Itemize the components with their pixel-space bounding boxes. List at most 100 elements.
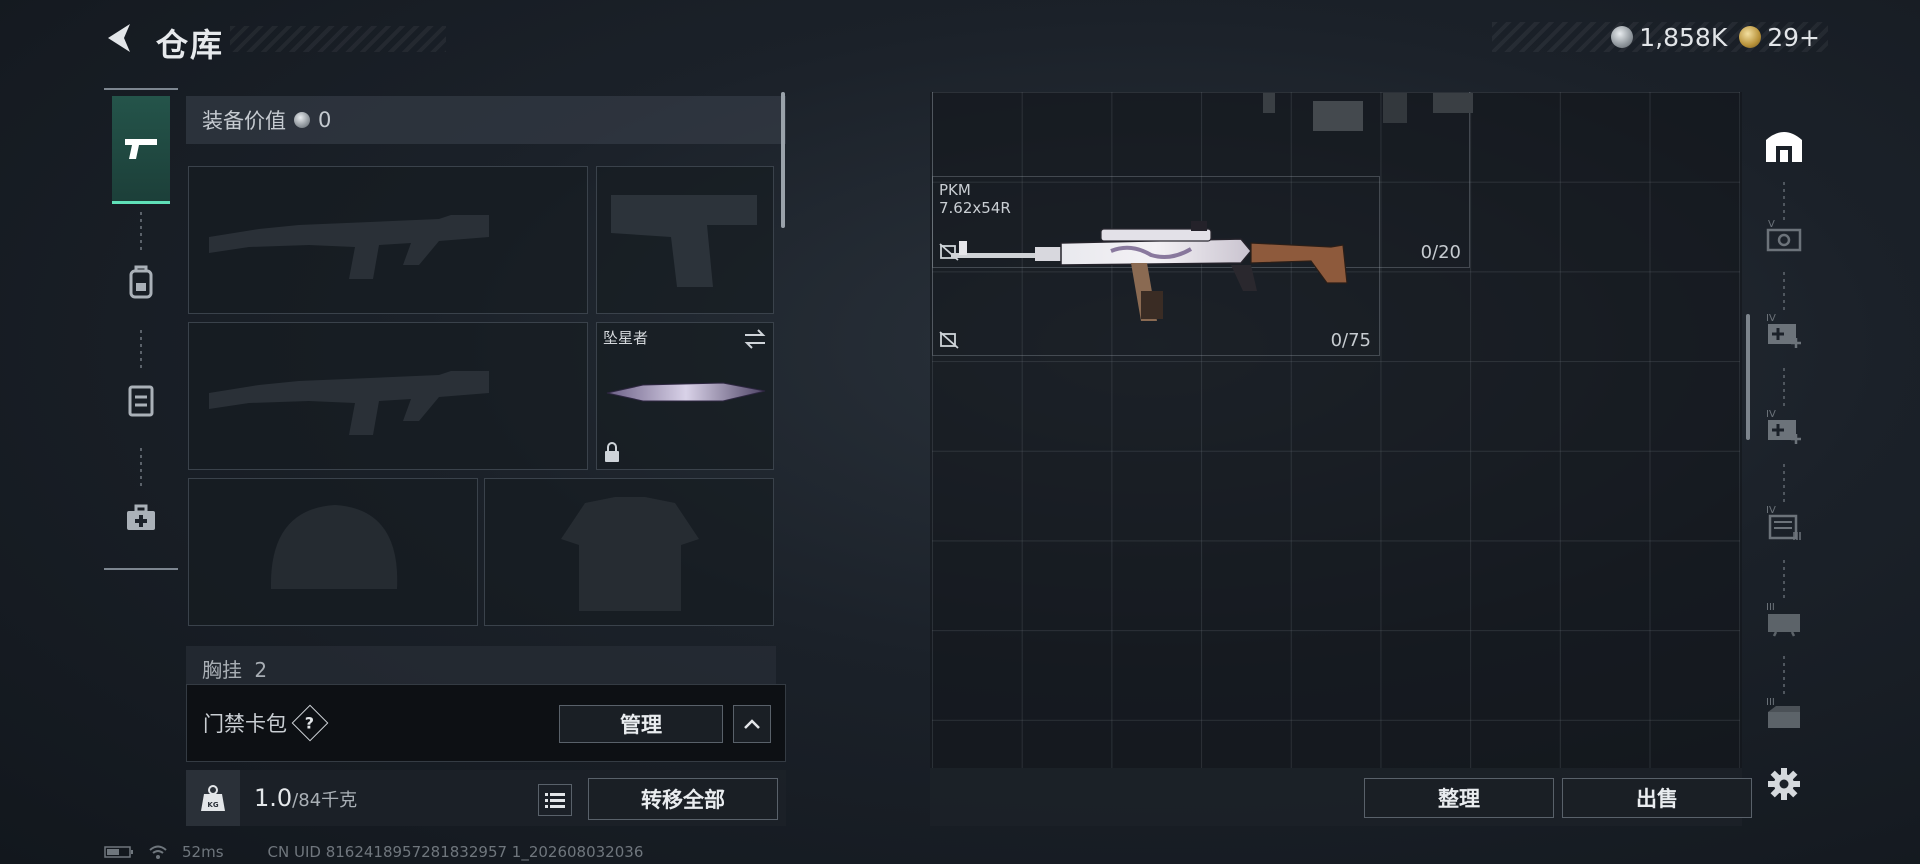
medical-case-icon: IV (1766, 409, 1801, 444)
rifle-silhouette-icon (209, 215, 489, 279)
gold-currency[interactable]: 29+ (1739, 23, 1820, 52)
medkit-icon (127, 504, 155, 530)
helmet-silhouette-icon (270, 505, 398, 589)
stash-home-icon (1766, 132, 1802, 162)
rail-divider (140, 448, 142, 488)
back-arrow-icon (108, 24, 130, 52)
category-backpack[interactable] (112, 254, 170, 310)
chest-rig-icon (128, 385, 154, 417)
container-rail: V IV IV IV III III (1752, 92, 1816, 732)
weight-icon-box: KG (186, 770, 240, 826)
equipment-value-bar: 装备价值 0 (186, 96, 786, 144)
chest-rig-label: 胸挂 (202, 658, 242, 682)
chest-rig-section-header: 胸挂 2 (186, 646, 776, 686)
back-button[interactable] (100, 18, 140, 58)
container-tier-label: IV (1766, 409, 1776, 420)
stash-footer: 整理 出售 (930, 768, 1752, 826)
container-tier-label: III (1766, 602, 1775, 613)
container-tier-label: IV (1766, 505, 1776, 516)
category-medkit[interactable] (112, 490, 170, 546)
list-icon (545, 793, 565, 808)
container-tier-v-weapon[interactable]: V (1760, 212, 1808, 260)
secondary-weapon-slot[interactable] (188, 322, 588, 470)
item-caliber: 7.62x54R (939, 199, 1011, 217)
silver-currency[interactable]: 1,858K (1611, 23, 1727, 52)
stash-scrollbar[interactable] (1746, 314, 1750, 440)
gold-coin-icon (1739, 26, 1762, 48)
helmet-slot[interactable] (188, 478, 478, 626)
weight-icon-text: KG (207, 801, 218, 809)
settings-button[interactable] (1760, 760, 1808, 808)
medical-case-icon: IV (1766, 313, 1801, 348)
weapon-part-image (1263, 93, 1473, 131)
manage-button[interactable]: 管理 (559, 705, 723, 743)
title-decoration (230, 26, 446, 52)
weapon-case-icon: V (1766, 219, 1802, 252)
item-count: 0/20 (1420, 242, 1461, 263)
keycard-label: 门禁卡包 (203, 712, 287, 736)
melee-slot[interactable]: 坠星者 (596, 322, 774, 470)
lock-icon (605, 442, 619, 462)
item-name: PKM (939, 181, 971, 199)
list-view-button[interactable] (538, 784, 572, 816)
sell-button[interactable]: 出售 (1562, 778, 1752, 818)
weight-readout: 1.0/84千克 (254, 784, 357, 812)
ammo-case-icon: III (1766, 697, 1800, 728)
equipment-value: 0 (318, 108, 332, 132)
primary-weapon-slot[interactable] (188, 166, 588, 314)
item-count: 0/75 (1330, 330, 1371, 351)
chest-rig-count: 2 (254, 658, 268, 682)
stash-panel: 0/20 PKM 7.62x54R 0/75 (930, 92, 1742, 768)
container-tier-iv-medical-2[interactable]: IV (1760, 402, 1808, 450)
user-uid: CN UID 8162418957281832957 1_20260803203… (267, 843, 644, 861)
container-tier-iv-documents[interactable]: IV (1760, 498, 1808, 546)
container-tier-label: V (1768, 219, 1775, 230)
pistol-silhouette-icon (611, 195, 757, 287)
equipment-scrollbar[interactable] (781, 92, 785, 228)
stash-item-pkm[interactable]: PKM 7.62x54R 0/75 (932, 176, 1380, 356)
category-weapons[interactable] (112, 96, 170, 204)
melee-knife-image (606, 382, 766, 402)
equipment-value-label: 装备价值 (202, 109, 286, 133)
rail-divider (140, 212, 142, 252)
container-tier-iii-ammo[interactable]: III (1760, 690, 1808, 738)
currency-bar: 1,858K 29+ (1492, 22, 1828, 52)
gold-amount: 29+ (1767, 22, 1820, 52)
no-insure-icon (939, 331, 959, 349)
weight-icon: KG (201, 785, 225, 811)
keycard-bar: 门禁卡包 ? 管理 (186, 684, 786, 762)
pkm-machine-gun-image (951, 221, 1348, 321)
wifi-icon (149, 845, 167, 859)
collapse-button[interactable] (733, 705, 771, 743)
rail-divider (140, 330, 142, 370)
document-case-icon: IV (1766, 505, 1801, 540)
help-icon: ? (305, 713, 315, 733)
body-armor-slot[interactable] (484, 478, 774, 626)
transfer-all-button[interactable]: 转移全部 (588, 778, 778, 820)
melee-name: 坠星者 (603, 329, 649, 347)
weight-bar: KG 1.0/84千克 转移全部 (186, 770, 786, 826)
pistol-icon (125, 138, 157, 159)
page-title: 仓库 (156, 26, 225, 64)
armor-silhouette-icon (561, 497, 699, 611)
container-tier-iv-medical-1[interactable]: IV (1760, 306, 1808, 354)
swap-icon[interactable] (743, 329, 767, 349)
item-name-block: PKM 7.62x54R (939, 181, 1011, 217)
silver-coin-icon (294, 112, 310, 128)
weight-current: 1.0 (254, 784, 293, 812)
status-bar: 52ms CN UID 8162418957281832957 1_202608… (104, 842, 643, 862)
silver-amount: 1,858K (1639, 22, 1728, 52)
chevron-up-icon (744, 719, 760, 729)
container-main-stash[interactable] (1760, 120, 1808, 168)
sort-button[interactable]: 整理 (1364, 778, 1554, 818)
category-chest-rig[interactable] (112, 372, 170, 428)
ping-readout: 52ms (182, 843, 224, 861)
battery-icon (104, 846, 133, 858)
category-rail (104, 88, 178, 570)
pistol-slot[interactable] (596, 166, 774, 314)
weapon-case-icon: III (1766, 602, 1800, 637)
container-tier-label: IV (1766, 313, 1776, 324)
weight-max: /84千克 (292, 790, 358, 811)
help-button[interactable]: ? (291, 704, 329, 742)
container-tier-iii-weapon[interactable]: III (1760, 594, 1808, 642)
